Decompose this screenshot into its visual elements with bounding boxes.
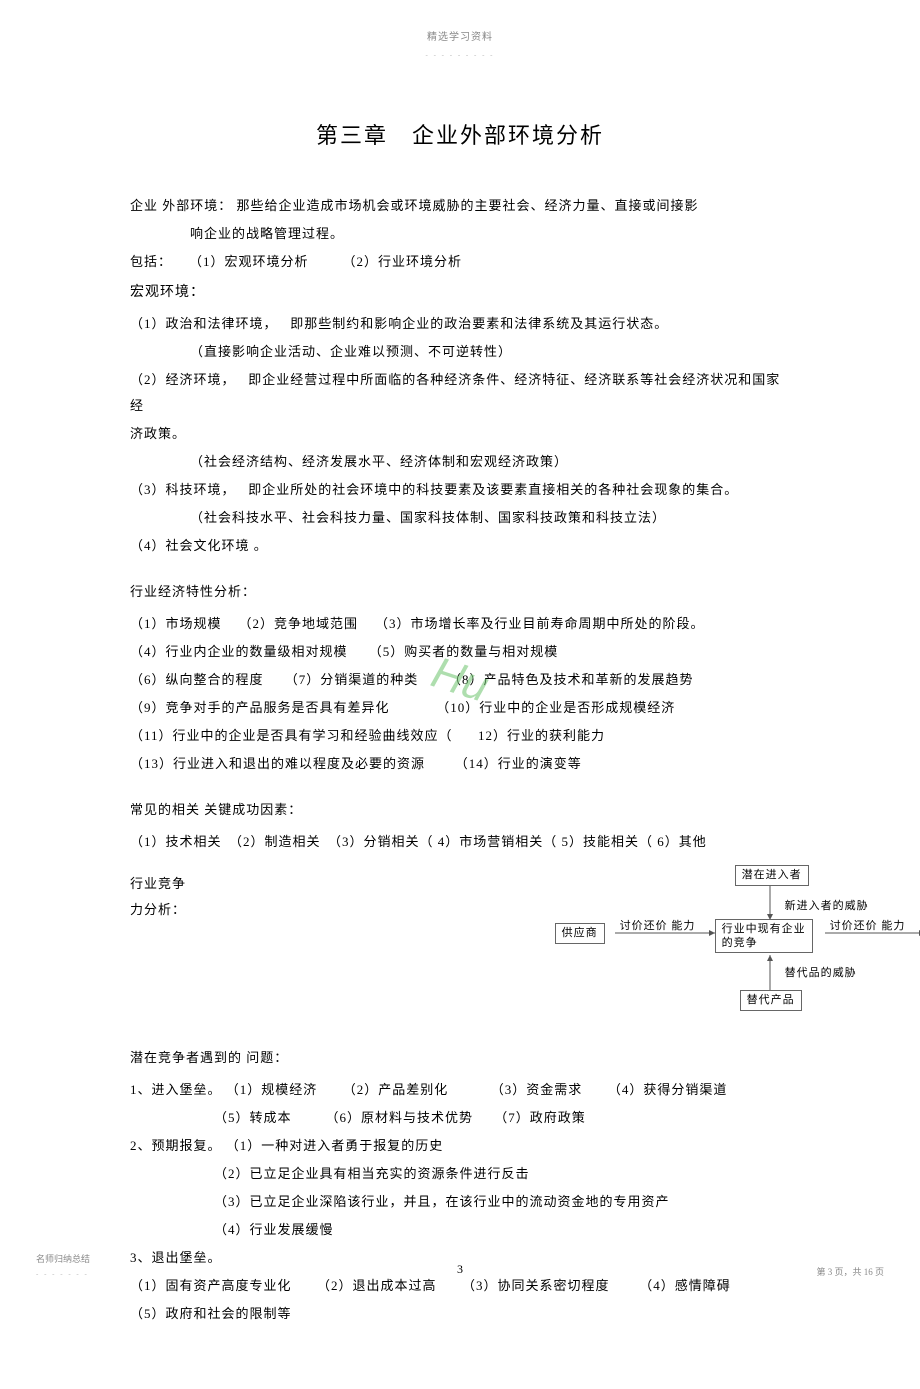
p3-5: （5）政府和社会的限制等: [130, 1301, 790, 1327]
definition-line-2: 响企业的战略管理过程。: [130, 221, 790, 247]
definition-lead: 企业 外部环境：: [130, 198, 232, 213]
industry-row-1: （1）市场规模 （2）竞争地域范围 （3）市场增长率及行业目前寿命周期中所处的阶…: [130, 611, 790, 637]
macro-1b: 即那些制约和影响企业的政治要素和法律系统及其运行状态。: [290, 316, 668, 331]
footer-left-text: 名师归纳总结: [36, 1251, 90, 1268]
macro-2c: 济政策。: [130, 421, 790, 447]
industry-row-4: （9）竞争对手的产品服务是否具有差异化 （10）行业中的企业是否形成规模经济: [130, 695, 790, 721]
body-text: 企业 外部环境： 那些给企业造成市场机会或环境威胁的主要社会、经济力量、直接或间…: [130, 193, 790, 1327]
industry-row-5: （11）行业中的企业是否具有学习和经验曲线效应（ 12）行业的获利能力: [130, 723, 790, 749]
macro-4: （4）社会文化环境 。: [130, 533, 790, 559]
macro-3a: （3）科技环境，: [130, 482, 236, 497]
p1-6: （6）原材料与技术优势: [326, 1110, 474, 1125]
macro-3c: （社会科技水平、社会科技力量、国家科技体制、国家科技政策和科技立法）: [130, 505, 790, 531]
ind-8: （8）产品特色及技术和革新的发展趋势: [448, 672, 694, 687]
ind-10: （10）行业中的企业是否形成规模经济: [436, 700, 675, 715]
p2-4: （4）行业发展缓慢: [130, 1217, 790, 1243]
industry-heading: 行业经济特性分析：: [130, 579, 790, 605]
page-body: 第三章 企业外部环境分析 企业 外部环境： 那些给企业造成市场机会或环境威胁的主…: [0, 0, 920, 1389]
macro-2: （2）经济环境， 即企业经营过程中所面临的各种经济条件、经济特征、经济联系等社会…: [130, 367, 790, 419]
ind-14: （14）行业的演变等: [455, 756, 582, 771]
industry-row-6: （13）行业进入和退出的难以程度及必要的资源 （14）行业的演变等: [130, 751, 790, 777]
label-substitute-threat: 替代品的威胁: [785, 962, 857, 984]
includes-lead: 包括：: [130, 254, 172, 269]
box-rivalry: 行业中现有企业 的竞争: [715, 919, 813, 954]
p1-3: （3）资金需求: [491, 1082, 583, 1097]
page-number: 3: [0, 1258, 920, 1281]
ind-13: （13）行业进入和退出的难以程度及必要的资源: [130, 756, 425, 771]
problems-heading: 潜在竞争者遇到的 问题：: [130, 1045, 790, 1071]
macro-1: （1）政治和法律环境， 即那些制约和影响企业的政治要素和法律系统及其运行状态。: [130, 311, 790, 337]
ind-9: （9）竞争对手的产品服务是否具有差异化: [130, 700, 390, 715]
label-buyer-bargain: 讨价还价 能力: [830, 915, 906, 937]
ksf-line: （1）技术相关 （2）制造相关 （3）分销相关（ 4）市场营销相关（ 5）技能相…: [130, 829, 790, 855]
ind-3: （3）市场增长率及行业目前寿命周期中所处的阶段。: [375, 616, 705, 631]
p1-5: （5）转成本: [214, 1110, 292, 1125]
p1-2: （2）产品差别化: [343, 1082, 449, 1097]
ksf-heading: 常见的相关 关键成功因素：: [130, 797, 790, 823]
includes-2: （2）行业环境分析: [343, 254, 463, 269]
includes-line: 包括： （1）宏观环境分析 （2）行业环境分析: [130, 249, 790, 275]
ind-7: （7）分销渠道的种类: [285, 672, 419, 687]
p2-2: （2）已立足企业具有相当充实的资源条件进行反击: [130, 1161, 790, 1187]
problems-1-row-1: 1、进入堡垒。 （1）规模经济 （2）产品差别化 （3）资金需求 （4）获得分销…: [130, 1077, 790, 1103]
macro-3b: 即企业所处的社会环境中的科技要素及该要素直接相关的各种社会现象的集合。: [248, 482, 738, 497]
ksf-heading-a: 常见的相关: [130, 802, 204, 817]
macro-1a: （1）政治和法律环境，: [130, 316, 278, 331]
ind-11: （11）行业中的企业是否具有学习和经验曲线效应（: [130, 728, 453, 743]
label-new-entrants-threat: 新进入者的威胁: [785, 895, 869, 917]
p1-1: （1）规模经济: [226, 1082, 318, 1097]
p1-4: （4）获得分销渠道: [608, 1082, 728, 1097]
includes-1: （1）宏观环境分析: [189, 254, 309, 269]
ind-2: （2）竞争地域范围: [239, 616, 359, 631]
p2-1: （1）一种对进入者勇于报复的历史: [226, 1138, 444, 1153]
competition-heading: 行业竞争力分析：: [130, 871, 195, 923]
box-supplier: 供应商: [555, 923, 605, 944]
macro-2a: （2）经济环境，: [130, 372, 236, 387]
footer-left-dots: - - - - - - -: [36, 1268, 90, 1281]
ind-6: （6）纵向整合的程度: [130, 672, 264, 687]
footer-right: 第 3 页，共 16 页: [816, 1264, 884, 1281]
macro-3: （3）科技环境， 即企业所处的社会环境中的科技要素及该要素直接相关的各种社会现象…: [130, 477, 790, 503]
ind-1: （1）市场规模: [130, 616, 222, 631]
ind-4: （4）行业内企业的数量级相对规模: [130, 644, 348, 659]
five-forces-diagram: 潜在进入者 新进入者的威胁 讨价还价 能力 供应商 行业中现有企业 的竞争 讨价…: [525, 865, 790, 1015]
industry-row-3: （6）纵向整合的程度 （7）分销渠道的种类 （8）产品特色及技术和革新的发展趋势: [130, 667, 790, 693]
ind-12: 12）行业的获利能力: [478, 728, 605, 743]
box-potential-entrants: 潜在进入者: [735, 865, 809, 886]
ind-5: （5）购买者的数量与相对规模: [369, 644, 559, 659]
problems-heading-b: 问题：: [246, 1050, 288, 1065]
p1-7: （7）政府政策: [494, 1110, 586, 1125]
definition-line-1: 企业 外部环境： 那些给企业造成市场机会或环境威胁的主要社会、经济力量、直接或间…: [130, 193, 790, 219]
macro-1c: （直接影响企业活动、企业难以预测、不可逆转性）: [130, 339, 790, 365]
p1-lead: 1、进入堡垒。: [130, 1082, 222, 1097]
macro-2d: （社会经济结构、经济发展水平、经济体制和宏观经济政策）: [130, 449, 790, 475]
box-rivalry-l2: 的竞争: [722, 937, 758, 949]
problems-2-row-1: 2、预期报复。 （1）一种对进入者勇于报复的历史: [130, 1133, 790, 1159]
problems-heading-a: 潜在竞争者遇到的: [130, 1050, 246, 1065]
p2-lead: 2、预期报复。: [130, 1138, 222, 1153]
macro-heading: 宏观环境：: [130, 279, 790, 307]
ksf-heading-b: 关键成功因素：: [204, 802, 302, 817]
box-substitute: 替代产品: [740, 990, 802, 1011]
industry-row-2: （4）行业内企业的数量级相对规模 （5）购买者的数量与相对规模: [130, 639, 790, 665]
problems-1-row-2: （5）转成本 （6）原材料与技术优势 （7）政府政策: [130, 1105, 790, 1131]
box-rivalry-l1: 行业中现有企业: [722, 923, 806, 935]
label-supplier-bargain: 讨价还价 能力: [620, 915, 696, 937]
footer-left: 名师归纳总结 - - - - - - -: [36, 1251, 90, 1281]
definition-text-1: 那些给企业造成市场机会或环境威胁的主要社会、经济力量、直接或间接影: [237, 198, 699, 213]
chapter-title: 第三章 企业外部环境分析: [130, 115, 790, 157]
p2-3: （3）已立足企业深陷该行业，并且，在该行业中的流动资金地的专用资产: [130, 1189, 790, 1215]
